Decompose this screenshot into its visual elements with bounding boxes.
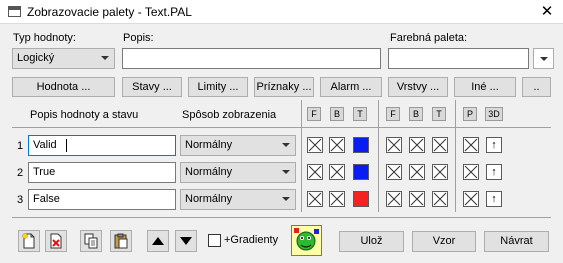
flag-f-1-checkbox[interactable] xyxy=(307,191,323,207)
text-color-swatch[interactable] xyxy=(353,137,369,153)
arrow-up-icon[interactable]: ↑ xyxy=(486,191,502,207)
window-title: Zobrazovacie palety - Text.PAL xyxy=(27,5,192,19)
column-divider xyxy=(455,100,456,212)
value-type-select[interactable]: Logický xyxy=(12,48,115,69)
copy-icon xyxy=(84,233,98,249)
flag-p-checkbox[interactable] xyxy=(463,164,479,180)
flag-b-1-checkbox[interactable] xyxy=(329,137,345,153)
row-number: 1 xyxy=(17,140,24,152)
arrow-up-icon[interactable]: ↑ xyxy=(486,164,502,180)
row-number: 3 xyxy=(17,194,24,206)
triangle-up-icon xyxy=(152,237,164,245)
flag-t-2-checkbox[interactable] xyxy=(432,137,448,153)
header-b-1[interactable]: B xyxy=(330,107,344,121)
flag-b-1-checkbox[interactable] xyxy=(329,191,345,207)
flag-f-1-checkbox[interactable] xyxy=(307,164,323,180)
move-up-button[interactable] xyxy=(147,230,169,252)
text-color-swatch[interactable] xyxy=(353,164,369,180)
flag-f-2-checkbox[interactable] xyxy=(386,164,402,180)
template-button[interactable]: Vzor xyxy=(412,231,476,252)
text-color-swatch[interactable] xyxy=(353,191,369,207)
flag-b-2-checkbox[interactable] xyxy=(409,137,425,153)
header-divider xyxy=(12,127,551,128)
arrow-up-icon[interactable]: ↑ xyxy=(486,137,502,153)
palette-input[interactable] xyxy=(388,48,529,69)
column-header-description: Popis hodnoty a stavu xyxy=(30,109,139,121)
alarm-button[interactable]: Alarm ... xyxy=(320,77,382,97)
copy-button[interactable] xyxy=(80,230,102,252)
paste-icon xyxy=(114,233,128,249)
column-header-mode: Spôsob zobrazenia xyxy=(182,109,277,121)
flag-p-checkbox[interactable] xyxy=(463,191,479,207)
chevron-down-icon xyxy=(282,170,290,174)
new-document-button[interactable] xyxy=(18,230,40,252)
palette-preview-button[interactable] xyxy=(291,225,322,256)
footer-divider xyxy=(12,217,551,218)
flag-p-checkbox[interactable] xyxy=(463,137,479,153)
flag-b-1-checkbox[interactable] xyxy=(329,164,345,180)
row-mode-select[interactable]: Normálny xyxy=(180,189,296,210)
move-down-button[interactable] xyxy=(175,230,197,252)
new-document-icon xyxy=(22,233,35,249)
gradient-label: +Gradienty xyxy=(224,234,279,246)
chevron-down-icon xyxy=(282,143,290,147)
description-label: Popis: xyxy=(123,32,154,44)
states-button[interactable]: Stavy ... xyxy=(122,77,182,97)
flag-t-2-checkbox[interactable] xyxy=(432,191,448,207)
type-label: Typ hodnoty: xyxy=(13,32,76,44)
gradient-checkbox[interactable] xyxy=(208,234,221,247)
column-divider xyxy=(378,100,379,212)
flag-f-1-checkbox[interactable] xyxy=(307,137,323,153)
header-3d[interactable]: 3D xyxy=(485,107,503,121)
limits-button[interactable]: Limity ... xyxy=(188,77,248,97)
header-b-2[interactable]: B xyxy=(409,107,423,121)
flag-f-2-checkbox[interactable] xyxy=(386,137,402,153)
title-bar: Zobrazovacie palety - Text.PAL ✕ xyxy=(0,0,563,24)
close-button[interactable]: ✕ xyxy=(538,3,556,21)
chevron-down-icon xyxy=(282,197,290,201)
layers-button[interactable]: Vrstvy ... xyxy=(388,77,448,97)
value-type-selected: Logický xyxy=(17,52,55,64)
flag-f-2-checkbox[interactable] xyxy=(386,191,402,207)
header-p[interactable]: P xyxy=(463,107,477,121)
row-mode-select[interactable]: Normálny xyxy=(180,162,296,183)
back-button[interactable]: Návrat xyxy=(484,231,549,252)
text-caret xyxy=(66,139,67,152)
window-icon xyxy=(8,6,21,17)
chevron-down-icon xyxy=(101,56,109,60)
delete-button[interactable] xyxy=(45,230,67,252)
paste-button[interactable] xyxy=(110,230,132,252)
row-value-input[interactable]: False xyxy=(28,189,176,210)
value-button[interactable]: Hodnota ... xyxy=(12,77,115,97)
more-button[interactable]: .. xyxy=(522,77,551,97)
chevron-down-icon xyxy=(540,57,548,61)
save-button[interactable]: Ulož xyxy=(339,231,404,252)
header-f-1[interactable]: F xyxy=(307,107,321,121)
header-t-1[interactable]: T xyxy=(353,107,367,121)
delete-icon xyxy=(50,233,62,249)
row-mode-select[interactable]: Normálny xyxy=(180,135,296,156)
row-number: 2 xyxy=(17,167,24,179)
row-value-input[interactable]: True xyxy=(28,162,176,183)
other-button[interactable]: Iné ... xyxy=(454,77,516,97)
triangle-down-icon xyxy=(180,237,192,245)
header-t-2[interactable]: T xyxy=(432,107,446,121)
flag-b-2-checkbox[interactable] xyxy=(409,164,425,180)
header-f-2[interactable]: F xyxy=(386,107,400,121)
flag-b-2-checkbox[interactable] xyxy=(409,191,425,207)
row-value-input[interactable]: Valid xyxy=(28,135,176,156)
column-divider xyxy=(301,100,302,212)
flags-button[interactable]: Príznaky ... xyxy=(254,77,314,97)
palette-face-icon xyxy=(294,228,319,251)
palette-label: Farebná paleta: xyxy=(390,32,468,44)
description-input[interactable] xyxy=(122,48,381,69)
palette-dropdown-button[interactable] xyxy=(533,48,554,69)
flag-t-2-checkbox[interactable] xyxy=(432,164,448,180)
